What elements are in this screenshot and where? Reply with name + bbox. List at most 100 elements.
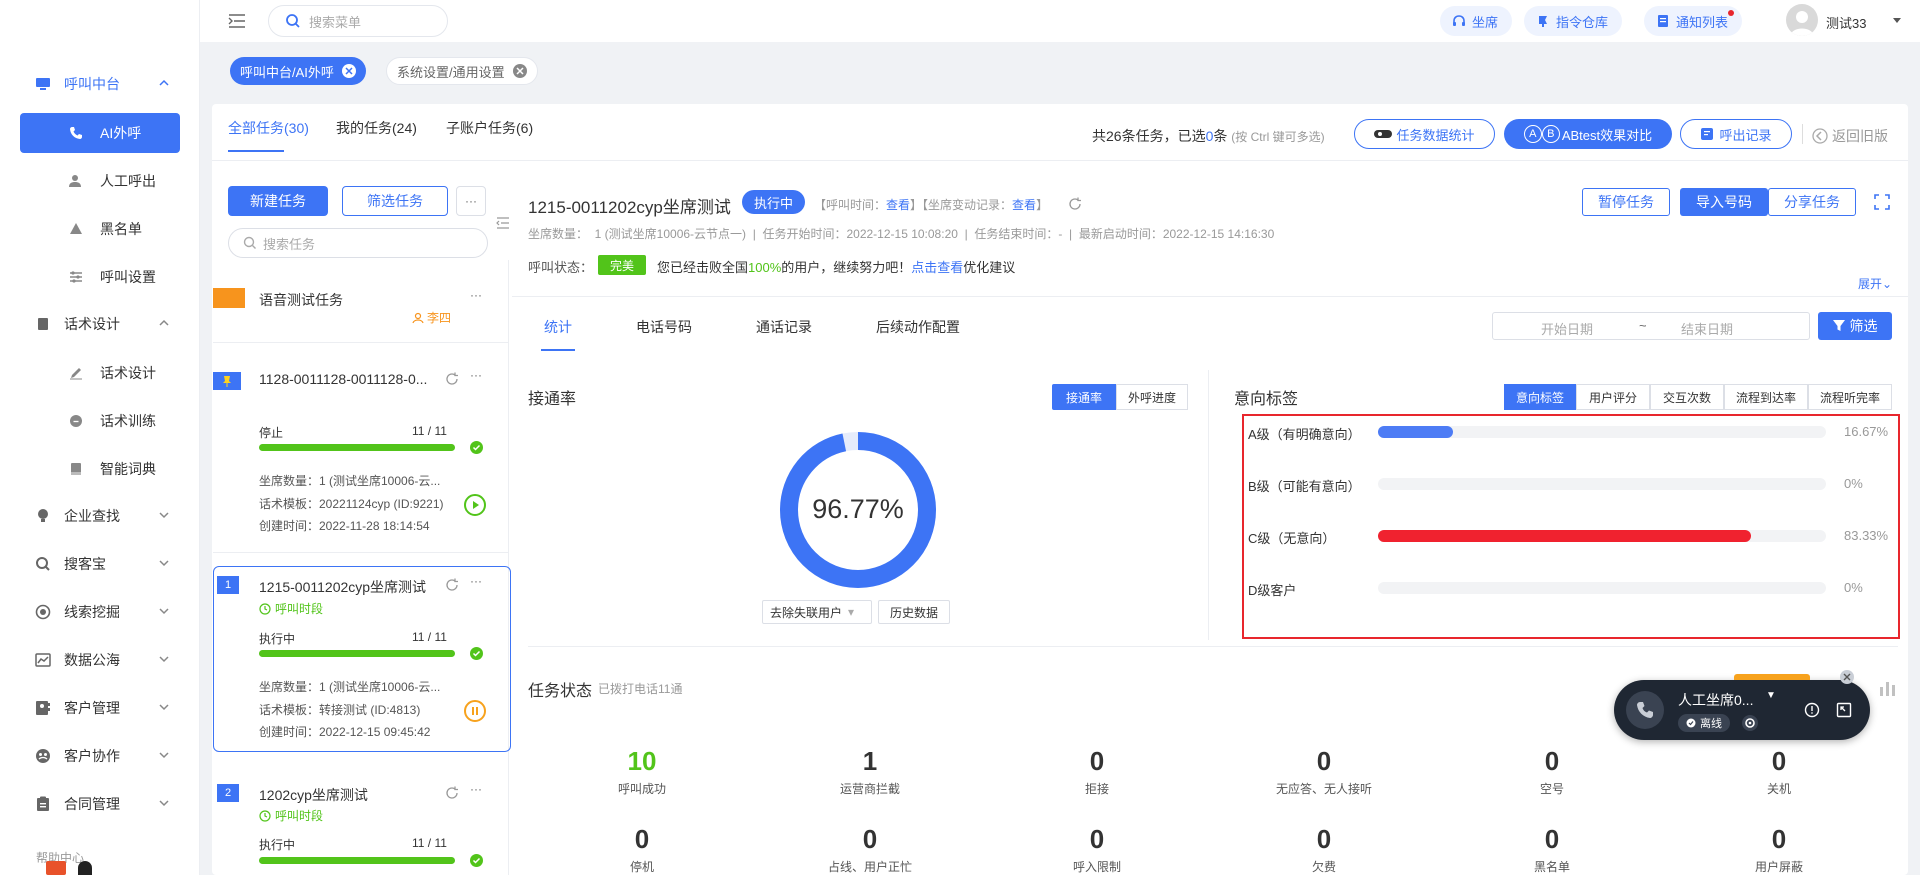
seg-user-score[interactable]: 用户评分 (1576, 384, 1650, 410)
menu-search-box[interactable]: 搜索菜单 (268, 5, 448, 37)
intent-percent: 16.67% (1844, 424, 1889, 439)
info-icon[interactable] (1804, 702, 1820, 718)
close-icon[interactable] (512, 64, 527, 78)
chart-icon[interactable] (1878, 679, 1908, 701)
nav-script-design[interactable]: 话术设计 (0, 304, 200, 344)
tab-sub-account-tasks[interactable]: 子账户任务(6) (446, 118, 533, 138)
seg-intent-tag[interactable]: 意向标签 (1504, 384, 1576, 410)
play-icon[interactable] (464, 494, 486, 516)
date-range-picker[interactable]: 开始日期 ~ 结束日期 (1492, 312, 1810, 340)
sidebar-item-script-training[interactable]: 话术训练 (20, 401, 180, 441)
sidebar-item-ai-call[interactable]: AI外呼 (20, 113, 180, 153)
seg-connect-rate[interactable]: 接通率 (1052, 384, 1116, 410)
collapse-panel-icon[interactable] (496, 216, 510, 230)
seat-button[interactable]: 坐席 (1440, 6, 1513, 36)
command-store-button[interactable]: 指令仓库 (1524, 6, 1623, 36)
new-task-button[interactable]: 新建任务 (228, 186, 328, 216)
task-more-icon[interactable]: ··· (470, 782, 482, 796)
nav-soukebao[interactable]: 搜客宝 (0, 544, 200, 584)
task-template: 话术模板：转接测试 (ID:4813) (259, 703, 421, 717)
call-records-button[interactable]: 呼出记录 (1680, 119, 1792, 149)
task-more-icon[interactable]: ··· (470, 574, 482, 588)
refresh-icon[interactable] (1068, 197, 1082, 211)
task-stats-button[interactable]: 任务数据统计 (1354, 119, 1495, 149)
filter-button[interactable]: 筛选 (1818, 312, 1892, 340)
task-search-input[interactable]: 搜索任务 (228, 228, 488, 258)
popout-icon[interactable] (1836, 702, 1852, 718)
summary-hint: (按 Ctrl 键可多选) (1231, 130, 1325, 144)
stat-value: 1 (862, 746, 878, 776)
fullscreen-icon[interactable] (1874, 194, 1890, 210)
filter-task-button[interactable]: 筛选任务 (342, 186, 448, 216)
share-task-button[interactable]: 分享任务 (1768, 188, 1856, 216)
user-icon (68, 173, 84, 189)
abtest-button[interactable]: A B ABtest效果对比 (1504, 119, 1672, 149)
tab-ai-call[interactable]: 呼叫中台/AI外呼 (230, 57, 366, 85)
back-old-version-link[interactable]: 返回旧版 (1812, 126, 1888, 146)
history-data-button[interactable]: 历史数据 (878, 600, 950, 624)
seg-flow-reach[interactable]: 流程到达率 (1724, 384, 1808, 410)
sidebar-item-blacklist[interactable]: 黑名单 (20, 209, 180, 249)
more-button[interactable]: ··· (456, 186, 486, 216)
nav-data-pool[interactable]: 数据公海 (0, 640, 200, 680)
task-index: 2 (217, 784, 239, 802)
pause-icon[interactable] (464, 700, 486, 722)
tab-phone-numbers[interactable]: 电话号码 (636, 317, 692, 337)
task-title[interactable]: 1202cyp坐席测试 (259, 785, 368, 805)
seg-interaction-count[interactable]: 交互次数 (1650, 384, 1724, 410)
exclude-lost-users-select[interactable]: 去除失联用户 ▾ (762, 600, 872, 624)
view-suggestion-link[interactable]: 点击查看 (911, 260, 963, 275)
tab-all-tasks[interactable]: 全部任务(30) (228, 118, 309, 138)
call-period[interactable]: 呼叫时段 (259, 807, 323, 824)
start-date-placeholder: 开始日期 (1541, 322, 1594, 337)
tux-icon (78, 861, 92, 875)
menu-collapse-icon[interactable] (228, 13, 246, 29)
refresh-icon[interactable] (445, 578, 459, 592)
view-seat-change-link[interactable]: 查看 (1012, 198, 1036, 212)
tab-follow-up-config[interactable]: 后续动作配置 (876, 317, 960, 337)
notice-list-button[interactable]: 通知列表 (1644, 6, 1743, 36)
task-title[interactable]: 1215-0011202cyp坐席测试 (259, 577, 426, 597)
nav-lead-mining[interactable]: 线索挖掘 (0, 592, 200, 632)
sidebar-item-smart-dictionary[interactable]: 智能词典 (20, 449, 180, 489)
refresh-icon[interactable] (445, 786, 459, 800)
caret-down-icon[interactable] (1893, 18, 1901, 24)
tab-general-settings[interactable]: 系统设置/通用设置 (386, 57, 538, 85)
task-more-icon[interactable]: ··· (470, 368, 482, 382)
avatar[interactable] (1786, 4, 1818, 36)
nav-contract-management[interactable]: 合同管理 (0, 784, 200, 824)
seg-call-progress[interactable]: 外呼进度 (1116, 384, 1188, 410)
softphone-status[interactable]: 离线 (1678, 714, 1730, 732)
nav-customer-collab[interactable]: 客户协作 (0, 736, 200, 776)
tab-my-tasks[interactable]: 我的任务(24) (336, 118, 417, 138)
expand-link[interactable]: 展开⌄ (1858, 275, 1892, 292)
sidebar-item-label: 话术设计 (100, 365, 156, 381)
sidebar-item-script-design[interactable]: 话术设计 (20, 353, 180, 393)
nav-call-center[interactable]: 呼叫中台 (0, 64, 200, 104)
close-icon[interactable] (341, 64, 356, 78)
sidebar-item-manual-call[interactable]: 人工呼出 (20, 161, 180, 201)
command-icon (1539, 16, 1547, 27)
pause-task-button[interactable]: 暂停任务 (1582, 188, 1670, 216)
call-period[interactable]: 呼叫时段 (259, 600, 323, 617)
sidebar-item-call-settings[interactable]: 呼叫设置 (20, 257, 180, 297)
tab-statistics[interactable]: 统计 (544, 317, 572, 337)
user-name[interactable]: 测试33 (1826, 13, 1866, 32)
caret-down-icon[interactable]: ▼ (1766, 690, 1776, 701)
gear-icon[interactable] (1742, 715, 1758, 731)
nav-customer-management[interactable]: 客户管理 (0, 688, 200, 728)
divider (212, 160, 1908, 161)
task-title[interactable]: 1128-0011128-0011128-0... (259, 371, 427, 387)
seg-flow-complete[interactable]: 流程听完率 (1808, 384, 1892, 410)
softphone-widget[interactable]: 人工坐席0... ▼ 离线 (1614, 680, 1870, 740)
task-title[interactable]: 语音测试任务 (259, 290, 343, 310)
tab-call-records[interactable]: 通话记录 (756, 317, 812, 337)
nav-enterprise-search[interactable]: 企业查找 (0, 496, 200, 536)
close-icon[interactable] (1840, 670, 1854, 684)
view-call-time-link[interactable]: 查看 (886, 198, 910, 212)
refresh-icon[interactable] (445, 372, 459, 386)
warning-icon (68, 221, 84, 237)
task-more-icon[interactable]: ··· (470, 288, 482, 302)
phone-icon[interactable] (1626, 691, 1664, 729)
import-numbers-button[interactable]: 导入号码 (1680, 188, 1768, 216)
